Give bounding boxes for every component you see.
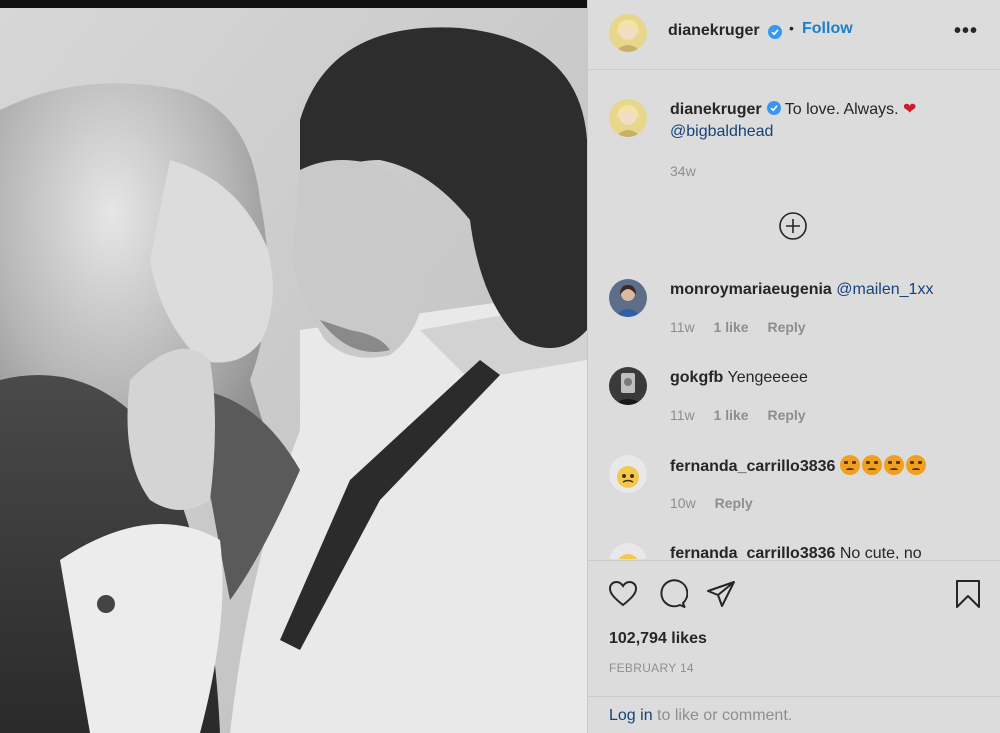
caption-mention[interactable]: @bigbaldhead	[670, 123, 773, 140]
login-prompt: Log in to like or comment.	[588, 696, 1000, 733]
comment-time[interactable]: 11w	[670, 319, 695, 335]
comment-username[interactable]: fernanda_carrillo3836	[670, 458, 835, 475]
share-icon[interactable]	[705, 578, 737, 610]
bookmark-icon[interactable]	[952, 578, 984, 610]
caption-time[interactable]: 34w	[670, 163, 696, 179]
likes-count[interactable]: 102,794 likes	[609, 630, 707, 648]
verified-badge-icon	[768, 25, 782, 39]
crying-emoji	[839, 455, 860, 475]
post-header: dianekruger • Follow •••	[588, 0, 1000, 70]
comment-likes[interactable]: 1 like	[714, 407, 749, 423]
post-date[interactable]: FEBRUARY 14	[609, 661, 694, 675]
comment-icon[interactable]	[656, 578, 688, 610]
comment-username[interactable]: gokgfb	[670, 369, 723, 386]
reply-button[interactable]: Reply	[715, 495, 753, 511]
avatar[interactable]	[609, 455, 647, 493]
heart-emoji: ❤	[903, 101, 917, 118]
avatar[interactable]	[609, 14, 647, 52]
verified-badge-icon	[766, 101, 781, 115]
comment-text: Yengeeeee	[727, 369, 808, 386]
login-link[interactable]: Log in	[609, 707, 653, 724]
header-username[interactable]: dianekruger	[668, 22, 760, 40]
avatar[interactable]	[609, 367, 647, 405]
comment-username[interactable]: fernanda_carrillo3836	[670, 545, 835, 559]
comment-text: No cute, no	[839, 545, 922, 559]
reply-button[interactable]: Reply	[767, 407, 805, 423]
comment-time[interactable]: 11w	[670, 407, 695, 423]
avatar[interactable]	[609, 99, 647, 137]
comment-list[interactable]: dianekruger To love. Always. ❤ @bigbaldh…	[588, 71, 1000, 559]
post-sidebar: dianekruger • Follow ••• dianekruger To …	[587, 0, 1000, 733]
caption-text: To love. Always.	[784, 101, 899, 118]
post-actions: 102,794 likes FEBRUARY 14	[588, 560, 1000, 696]
more-icon[interactable]: •••	[954, 20, 978, 43]
separator-dot: •	[789, 20, 794, 36]
login-rest: to like or comment.	[657, 707, 793, 724]
post-photo[interactable]	[0, 0, 587, 733]
add-circle-icon[interactable]	[778, 211, 808, 241]
caption-username[interactable]: dianekruger	[670, 101, 762, 118]
comment-username[interactable]: monroymariaeugenia	[670, 281, 832, 298]
follow-button[interactable]: Follow	[802, 20, 853, 38]
comment-mention[interactable]: @mailen_1xx	[836, 281, 933, 298]
crying-emoji	[861, 455, 882, 475]
heart-icon[interactable]	[607, 578, 639, 610]
avatar[interactable]	[609, 543, 647, 559]
avatar[interactable]	[609, 279, 647, 317]
reply-button[interactable]: Reply	[767, 319, 805, 335]
comment-time[interactable]: 10w	[670, 495, 696, 511]
crying-emoji	[905, 455, 926, 475]
crying-emoji	[883, 455, 904, 475]
comment-likes[interactable]: 1 like	[714, 319, 749, 335]
